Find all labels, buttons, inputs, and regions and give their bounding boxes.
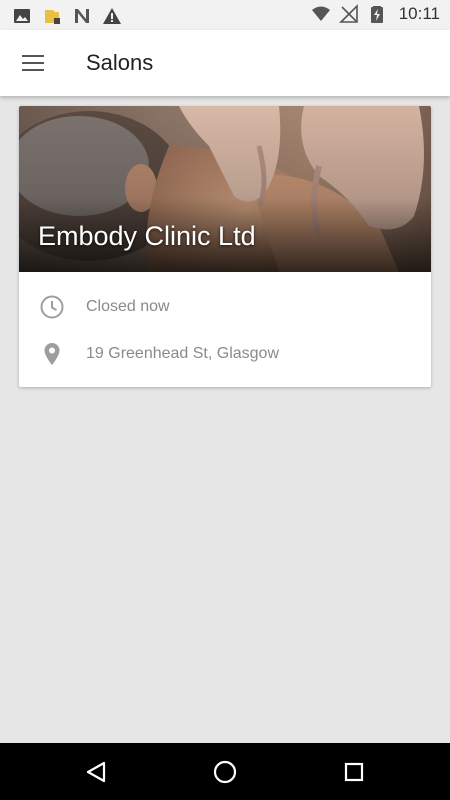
salon-address-row: 19 Greenhead St, Glasgow bbox=[19, 331, 431, 377]
salon-status: Closed now bbox=[86, 298, 170, 315]
salon-name: Embody Clinic Ltd bbox=[38, 221, 256, 251]
image-icon bbox=[14, 9, 30, 23]
page-title: Salons bbox=[86, 50, 154, 75]
app-bar: Salons bbox=[0, 30, 450, 96]
salon-address: 19 Greenhead St, Glasgow bbox=[86, 345, 280, 362]
wifi-icon bbox=[311, 6, 330, 21]
salon-status-row: Closed now bbox=[19, 284, 431, 330]
sd-card-icon bbox=[45, 10, 60, 24]
back-triangle-icon[interactable] bbox=[82, 757, 112, 787]
hamburger-menu-icon[interactable] bbox=[14, 45, 52, 81]
status-time: 10:11 bbox=[398, 4, 440, 23]
warning-icon bbox=[103, 8, 121, 24]
recents-square-icon[interactable] bbox=[339, 757, 369, 787]
status-bar: 10:11 bbox=[0, 0, 450, 30]
home-circle-icon[interactable] bbox=[210, 757, 240, 787]
salon-card[interactable]: Embody Clinic Ltd Closed now 19 Greenhea… bbox=[19, 106, 431, 387]
battery-charging-icon bbox=[370, 6, 383, 23]
system-nav-bar bbox=[0, 743, 450, 800]
location-pin-icon bbox=[44, 343, 60, 365]
salon-hero-image: Embody Clinic Ltd bbox=[19, 106, 431, 272]
clock-icon bbox=[40, 295, 64, 319]
no-signal-icon bbox=[338, 4, 358, 23]
n-logo-icon bbox=[75, 9, 89, 23]
